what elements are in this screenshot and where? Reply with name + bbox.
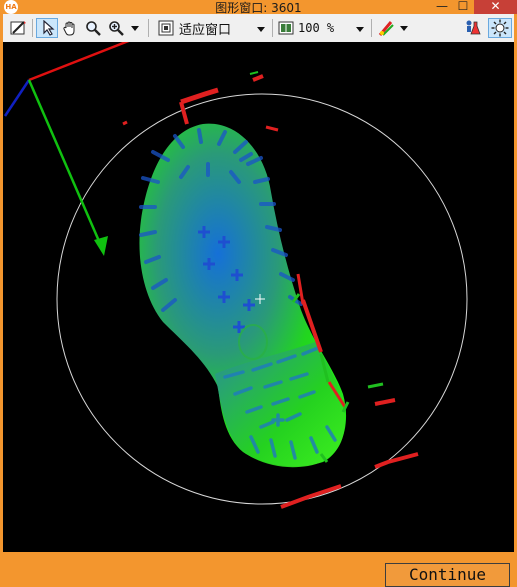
zoom-percent-icon <box>278 21 294 35</box>
title-bar: HA 图形窗口: 3601 — ☐ ✕ <box>0 0 517 15</box>
zoom-percent-value: 100 % <box>298 21 335 35</box>
chevron-down-icon <box>356 27 364 32</box>
display-properties-button[interactable] <box>461 18 483 38</box>
zoom-icon <box>86 21 101 36</box>
window-bottom-border <box>0 552 517 561</box>
minimize-button[interactable]: — <box>432 0 452 14</box>
edit-icon <box>10 21 26 35</box>
continue-button[interactable]: Continue <box>385 563 510 587</box>
axis-z-line <box>3 79 31 117</box>
pan-tool-button[interactable] <box>59 18 81 38</box>
hand-pan-icon <box>63 21 75 36</box>
fit-window-icon <box>158 20 174 36</box>
zoom-tool-button[interactable] <box>82 18 104 38</box>
fit-window-label: 适应窗口 <box>179 22 232 38</box>
chevron-down-icon <box>257 27 265 32</box>
light-settings-icon <box>491 19 509 37</box>
zoom-percent-dropdown[interactable]: 100 % <box>275 18 369 38</box>
graphics-canvas[interactable]: Continue <box>3 38 514 587</box>
zoom-in-icon <box>109 21 124 36</box>
color-settings-icon <box>378 21 394 36</box>
maximize-button[interactable]: ☐ <box>452 0 474 14</box>
toolbar-separator <box>32 19 33 37</box>
point-cloud-view <box>3 38 468 509</box>
edit-settings-button[interactable] <box>7 18 29 38</box>
chevron-down-icon <box>400 26 408 31</box>
axis-y-arrowhead <box>94 236 108 256</box>
toolbar-separator <box>272 19 273 37</box>
flask-person-icon <box>466 20 481 35</box>
toolbar-separator <box>148 19 149 37</box>
close-button[interactable]: ✕ <box>474 0 517 14</box>
fit-window-dropdown[interactable]: 适应窗口 <box>154 18 270 38</box>
zoom-in-dropdown[interactable] <box>105 18 143 38</box>
axis-y-line <box>27 79 104 249</box>
chevron-down-icon <box>131 26 139 31</box>
pointer-tool-button[interactable] <box>36 18 58 38</box>
toolbar-separator <box>371 19 372 37</box>
light-settings-button[interactable] <box>488 18 512 38</box>
color-settings-dropdown[interactable] <box>374 18 412 38</box>
toolbar: 适应窗口 100 % <box>3 14 514 43</box>
pointer-icon <box>43 20 55 36</box>
axis-x-line <box>28 38 132 82</box>
